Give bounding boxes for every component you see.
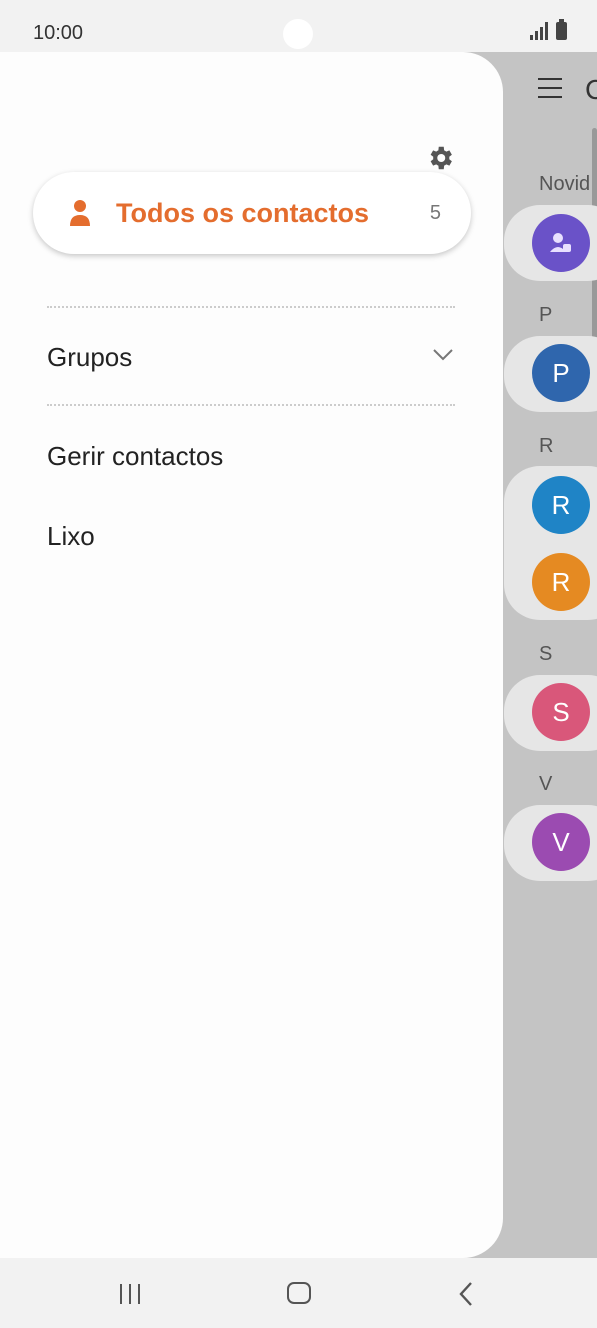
all-contacts-label: Todos os contactos — [116, 198, 370, 228]
recents-icon[interactable] — [120, 1284, 140, 1304]
all-contacts-item[interactable]: Todos os contactos 5 — [33, 172, 471, 254]
menu-icon[interactable] — [538, 78, 562, 98]
section-label: V — [539, 773, 553, 795]
manage-contacts-item[interactable]: Gerir contactos — [47, 441, 223, 472]
home-icon[interactable] — [287, 1282, 311, 1304]
divider — [47, 404, 455, 406]
section-label: Novid — [539, 173, 591, 195]
status-time: 10:00 — [33, 22, 84, 44]
status-bar: 10:00 — [0, 0, 597, 52]
section-label: P — [539, 304, 553, 326]
system-nav-bar — [0, 1258, 597, 1328]
contact-avatar[interactable]: P — [532, 344, 590, 402]
battery-icon — [556, 19, 567, 40]
contact-avatar[interactable]: R — [532, 476, 590, 534]
signal-icon — [530, 22, 548, 40]
app-title: C — [585, 74, 597, 105]
chevron-down-icon[interactable] — [432, 348, 454, 362]
person-icon — [70, 200, 90, 226]
all-contacts-count: 5 — [429, 202, 441, 224]
groups-item[interactable]: Grupos — [47, 342, 132, 373]
section-label: S — [539, 643, 553, 665]
section-label: R — [539, 435, 554, 457]
camera-cutout — [283, 19, 313, 49]
back-icon[interactable] — [457, 1280, 475, 1308]
divider — [47, 306, 455, 308]
group-icon[interactable] — [532, 214, 590, 272]
navigation-drawer: Todos os contactos 5 Grupos Gerir contac… — [0, 52, 503, 1258]
contact-avatar[interactable]: V — [532, 813, 590, 871]
status-icons — [530, 19, 567, 40]
contact-avatar[interactable]: S — [532, 683, 590, 741]
trash-item[interactable]: Lixo — [47, 521, 95, 552]
contact-avatar[interactable]: R — [532, 553, 590, 611]
